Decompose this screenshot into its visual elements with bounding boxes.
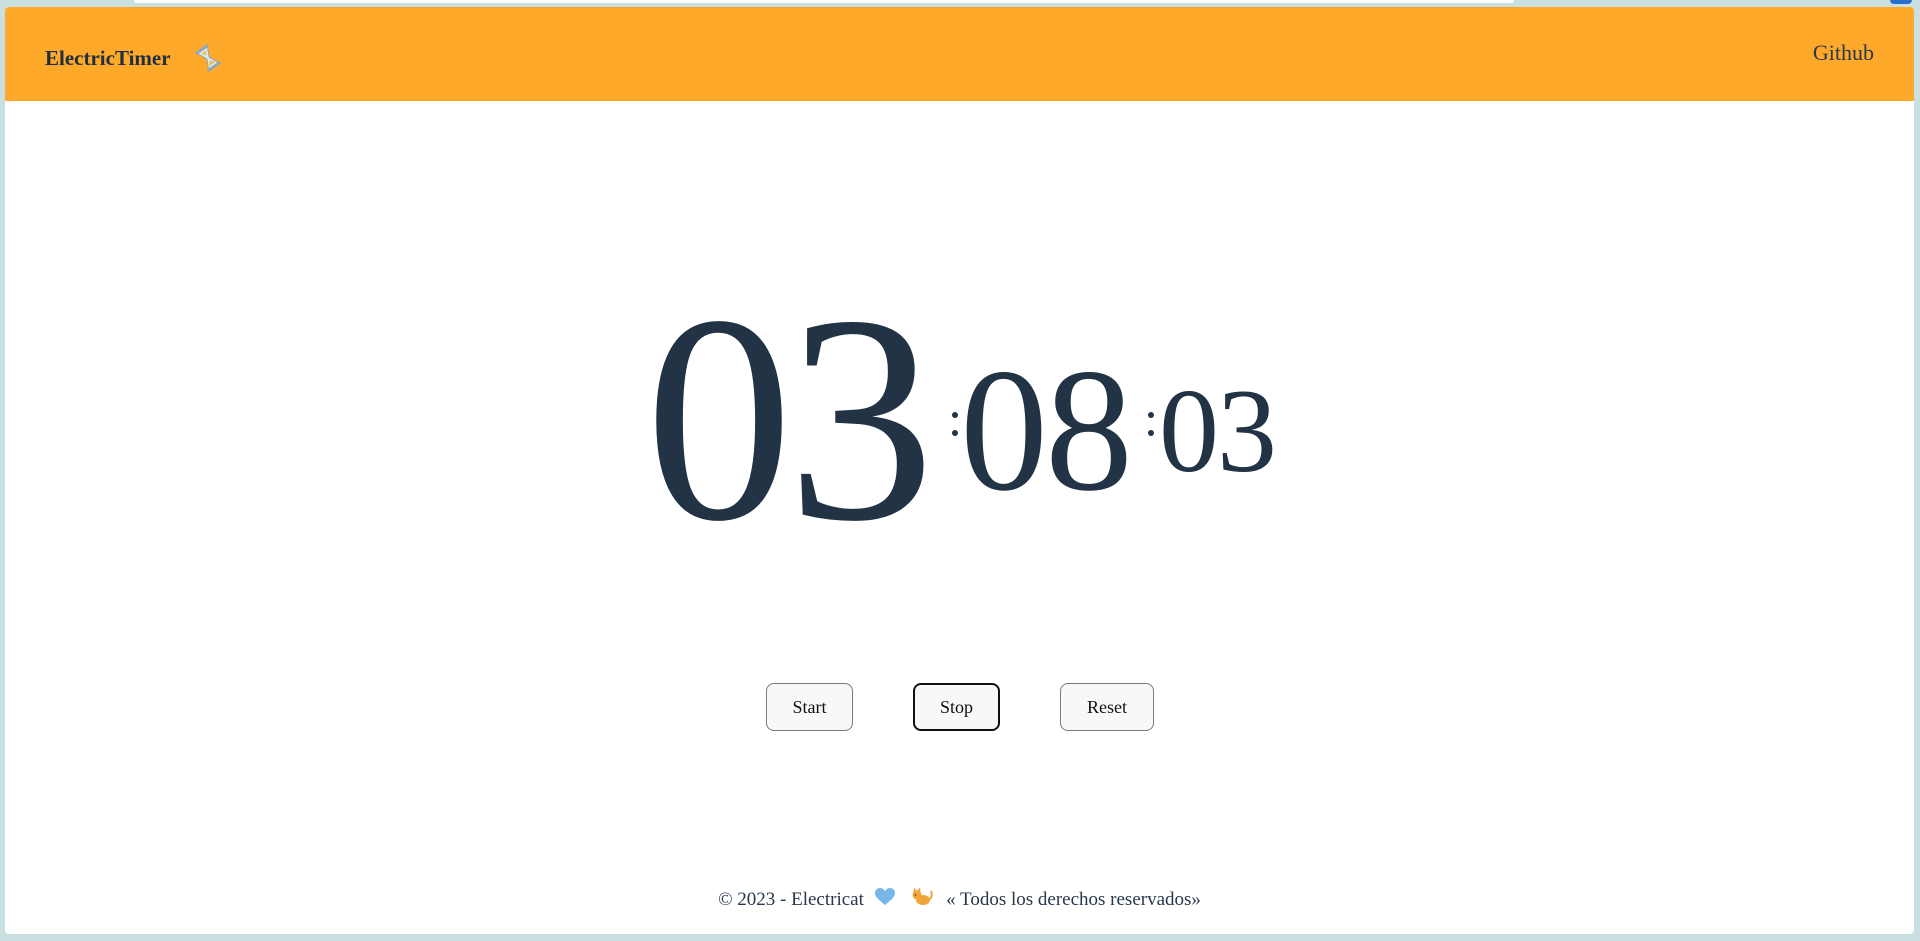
timer-seconds: 03	[1159, 364, 1277, 497]
footer-rights: « Todos los derechos reservados»	[946, 889, 1201, 910]
profile-icon[interactable]	[1890, 0, 1912, 4]
footer-copyright: © 2023 - Electricat	[718, 889, 864, 910]
timer-minutes: 08	[960, 333, 1133, 528]
start-button[interactable]: Start	[766, 683, 853, 731]
colon-separator	[952, 430, 958, 436]
footer: © 2023 - Electricat « Todos los derechos…	[5, 887, 1914, 913]
colon-separator	[1148, 430, 1154, 436]
blue-heart-icon	[874, 888, 895, 912]
colon-separator	[1148, 412, 1154, 418]
reset-button[interactable]: Reset	[1060, 683, 1154, 731]
cat-icon	[911, 887, 934, 913]
stop-button[interactable]: Stop	[913, 683, 1000, 731]
colon-separator	[952, 412, 958, 418]
browser-top-strip	[0, 0, 1920, 6]
browser-url-bar[interactable]	[134, 0, 1514, 3]
page-frame: ElectricTimer Github 03 08 03 Start Stop…	[5, 7, 1914, 934]
timer-display: 03 08 03	[5, 7, 1914, 934]
timer-hours: 03	[645, 255, 935, 583]
